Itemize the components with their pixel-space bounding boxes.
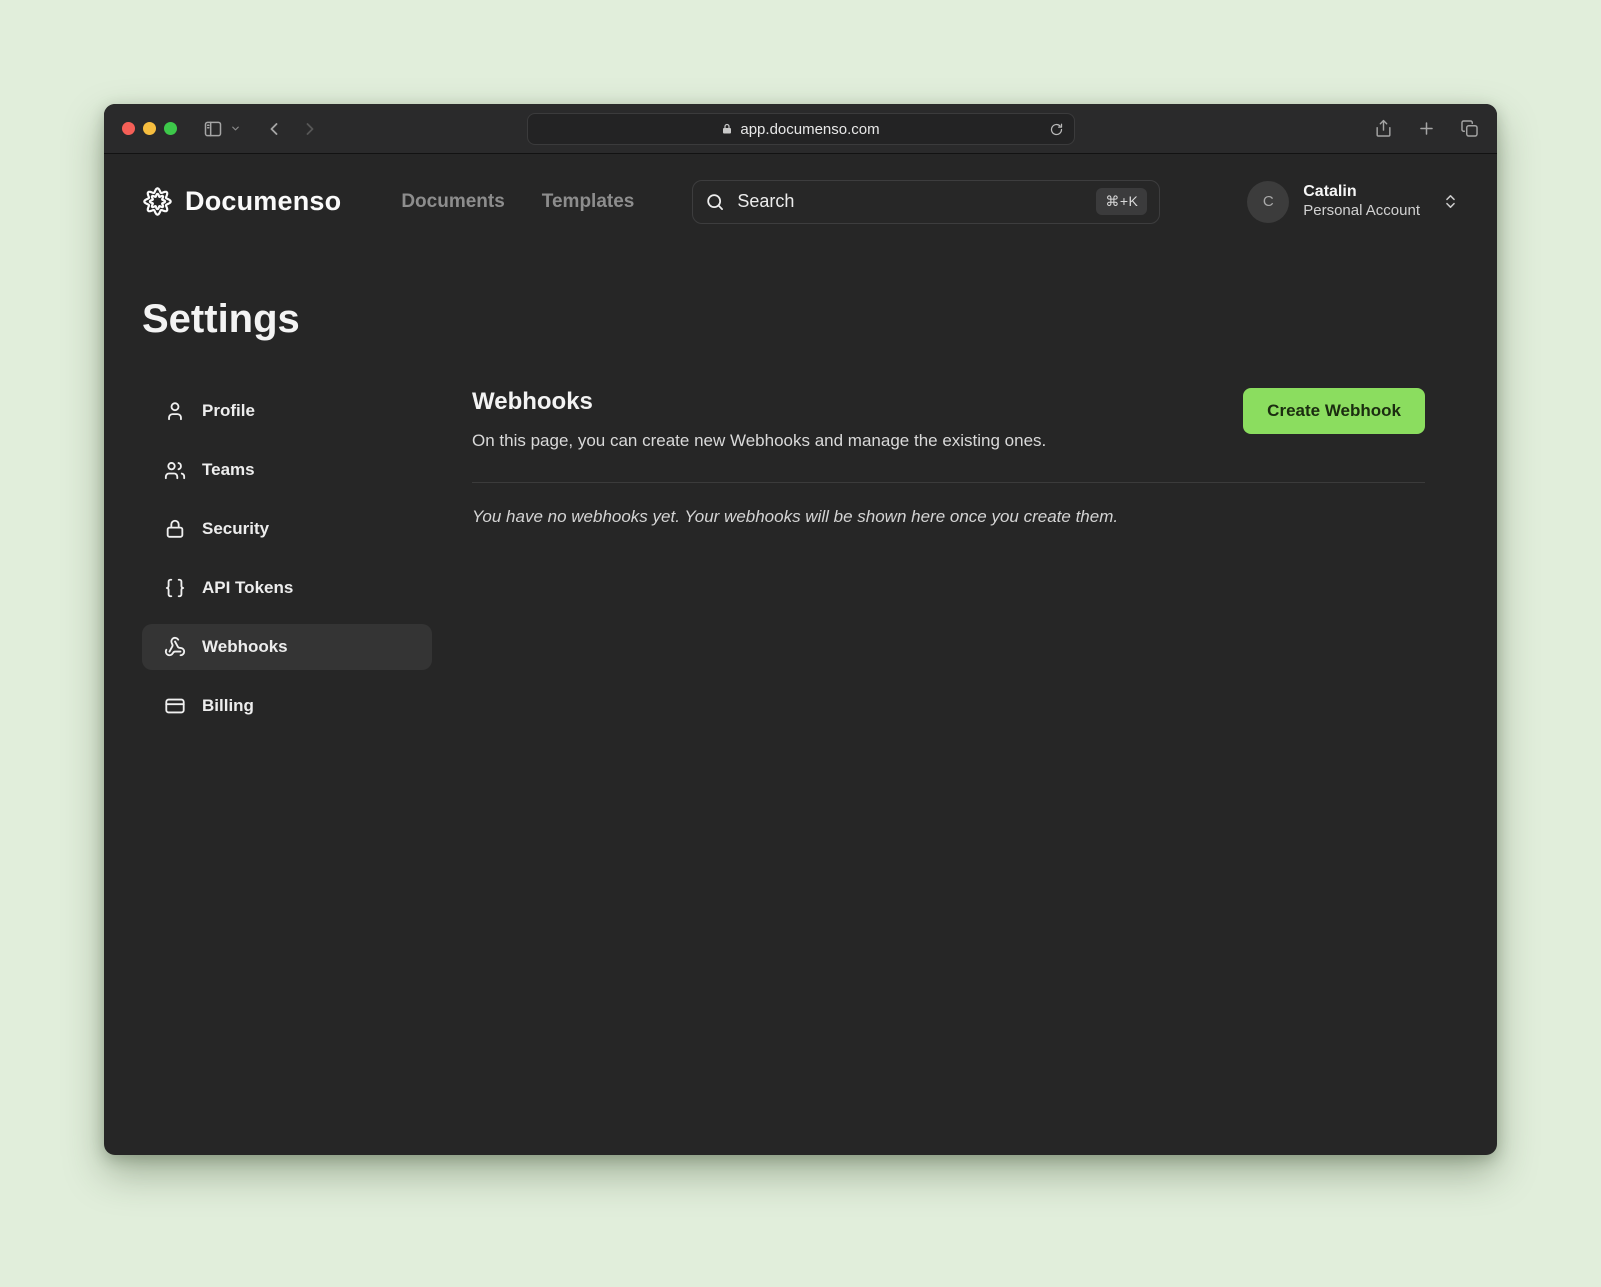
chevron-down-icon[interactable] — [230, 123, 241, 134]
user-icon — [164, 400, 186, 422]
sidebar-item-label: Webhooks — [202, 637, 288, 657]
webhooks-empty-state: You have no webhooks yet. Your webhooks … — [472, 507, 1425, 527]
webhooks-heading: Webhooks — [472, 388, 1046, 416]
brand-name: Documenso — [185, 186, 341, 217]
settings-sidebar: Profile Teams Security API Tokens — [142, 388, 432, 729]
account-type: Personal Account — [1303, 202, 1420, 221]
credit-card-icon — [164, 695, 186, 717]
account-name: Catalin — [1303, 182, 1420, 202]
browser-window: app.documenso.com — [104, 104, 1497, 1155]
tls-lock-icon — [721, 123, 733, 135]
webhooks-description: On this page, you can create new Webhook… — [472, 431, 1046, 451]
address-bar[interactable]: app.documenso.com — [527, 113, 1075, 145]
back-button[interactable] — [264, 119, 284, 139]
avatar: C — [1247, 181, 1289, 223]
documenso-logo-icon — [142, 186, 173, 217]
sidebar-item-label: Billing — [202, 696, 254, 716]
reload-icon[interactable] — [1049, 122, 1064, 137]
search-icon — [705, 192, 725, 212]
tab-overview-icon[interactable] — [1460, 119, 1479, 138]
sidebar-item-label: Profile — [202, 401, 255, 421]
create-webhook-button[interactable]: Create Webhook — [1243, 388, 1425, 434]
sidebar-item-profile[interactable]: Profile — [142, 388, 432, 434]
braces-icon — [164, 577, 186, 599]
chevrons-up-down-icon — [1442, 193, 1459, 210]
chrome-actions — [1374, 119, 1479, 138]
search-input[interactable] — [737, 191, 1084, 212]
new-tab-icon[interactable] — [1417, 119, 1436, 138]
sidebar-item-teams[interactable]: Teams — [142, 447, 432, 493]
nav-documents[interactable]: Documents — [401, 191, 504, 213]
brand[interactable]: Documenso — [142, 186, 341, 217]
settings-layout: Profile Teams Security API Tokens — [142, 388, 1425, 729]
share-icon[interactable] — [1374, 119, 1393, 138]
sidebar-item-label: Teams — [202, 460, 255, 480]
search-box[interactable]: ⌘+K — [692, 180, 1160, 224]
lock-icon — [164, 518, 186, 540]
close-window-button[interactable] — [122, 122, 135, 135]
webhooks-panel: Webhooks On this page, you can create ne… — [472, 388, 1425, 527]
section-divider — [472, 482, 1425, 483]
sidebar-item-webhooks[interactable]: Webhooks — [142, 624, 432, 670]
account-menu[interactable]: C Catalin Personal Account — [1247, 181, 1459, 223]
browser-chrome: app.documenso.com — [104, 104, 1497, 154]
shortcut-badge: ⌘+K — [1096, 188, 1147, 215]
webhooks-header: Webhooks On this page, you can create ne… — [472, 388, 1425, 451]
nav-templates[interactable]: Templates — [542, 191, 635, 213]
page-title: Settings — [142, 297, 1459, 342]
webhook-icon — [164, 636, 186, 658]
sidebar-item-label: API Tokens — [202, 578, 293, 598]
app-header: Documenso Documents Templates ⌘+K C Cata… — [104, 154, 1497, 249]
sidebar-item-label: Security — [202, 519, 269, 539]
sidebar-item-security[interactable]: Security — [142, 506, 432, 552]
sidebar-item-api-tokens[interactable]: API Tokens — [142, 565, 432, 611]
sidebar-item-billing[interactable]: Billing — [142, 683, 432, 729]
zoom-window-button[interactable] — [164, 122, 177, 135]
forward-button[interactable] — [300, 119, 320, 139]
traffic-lights — [122, 122, 177, 135]
url-text: app.documenso.com — [740, 121, 879, 138]
minimize-window-button[interactable] — [143, 122, 156, 135]
users-icon — [164, 459, 186, 481]
sidebar-toggle-icon[interactable] — [203, 119, 223, 139]
top-nav: Documents Templates — [401, 191, 634, 213]
